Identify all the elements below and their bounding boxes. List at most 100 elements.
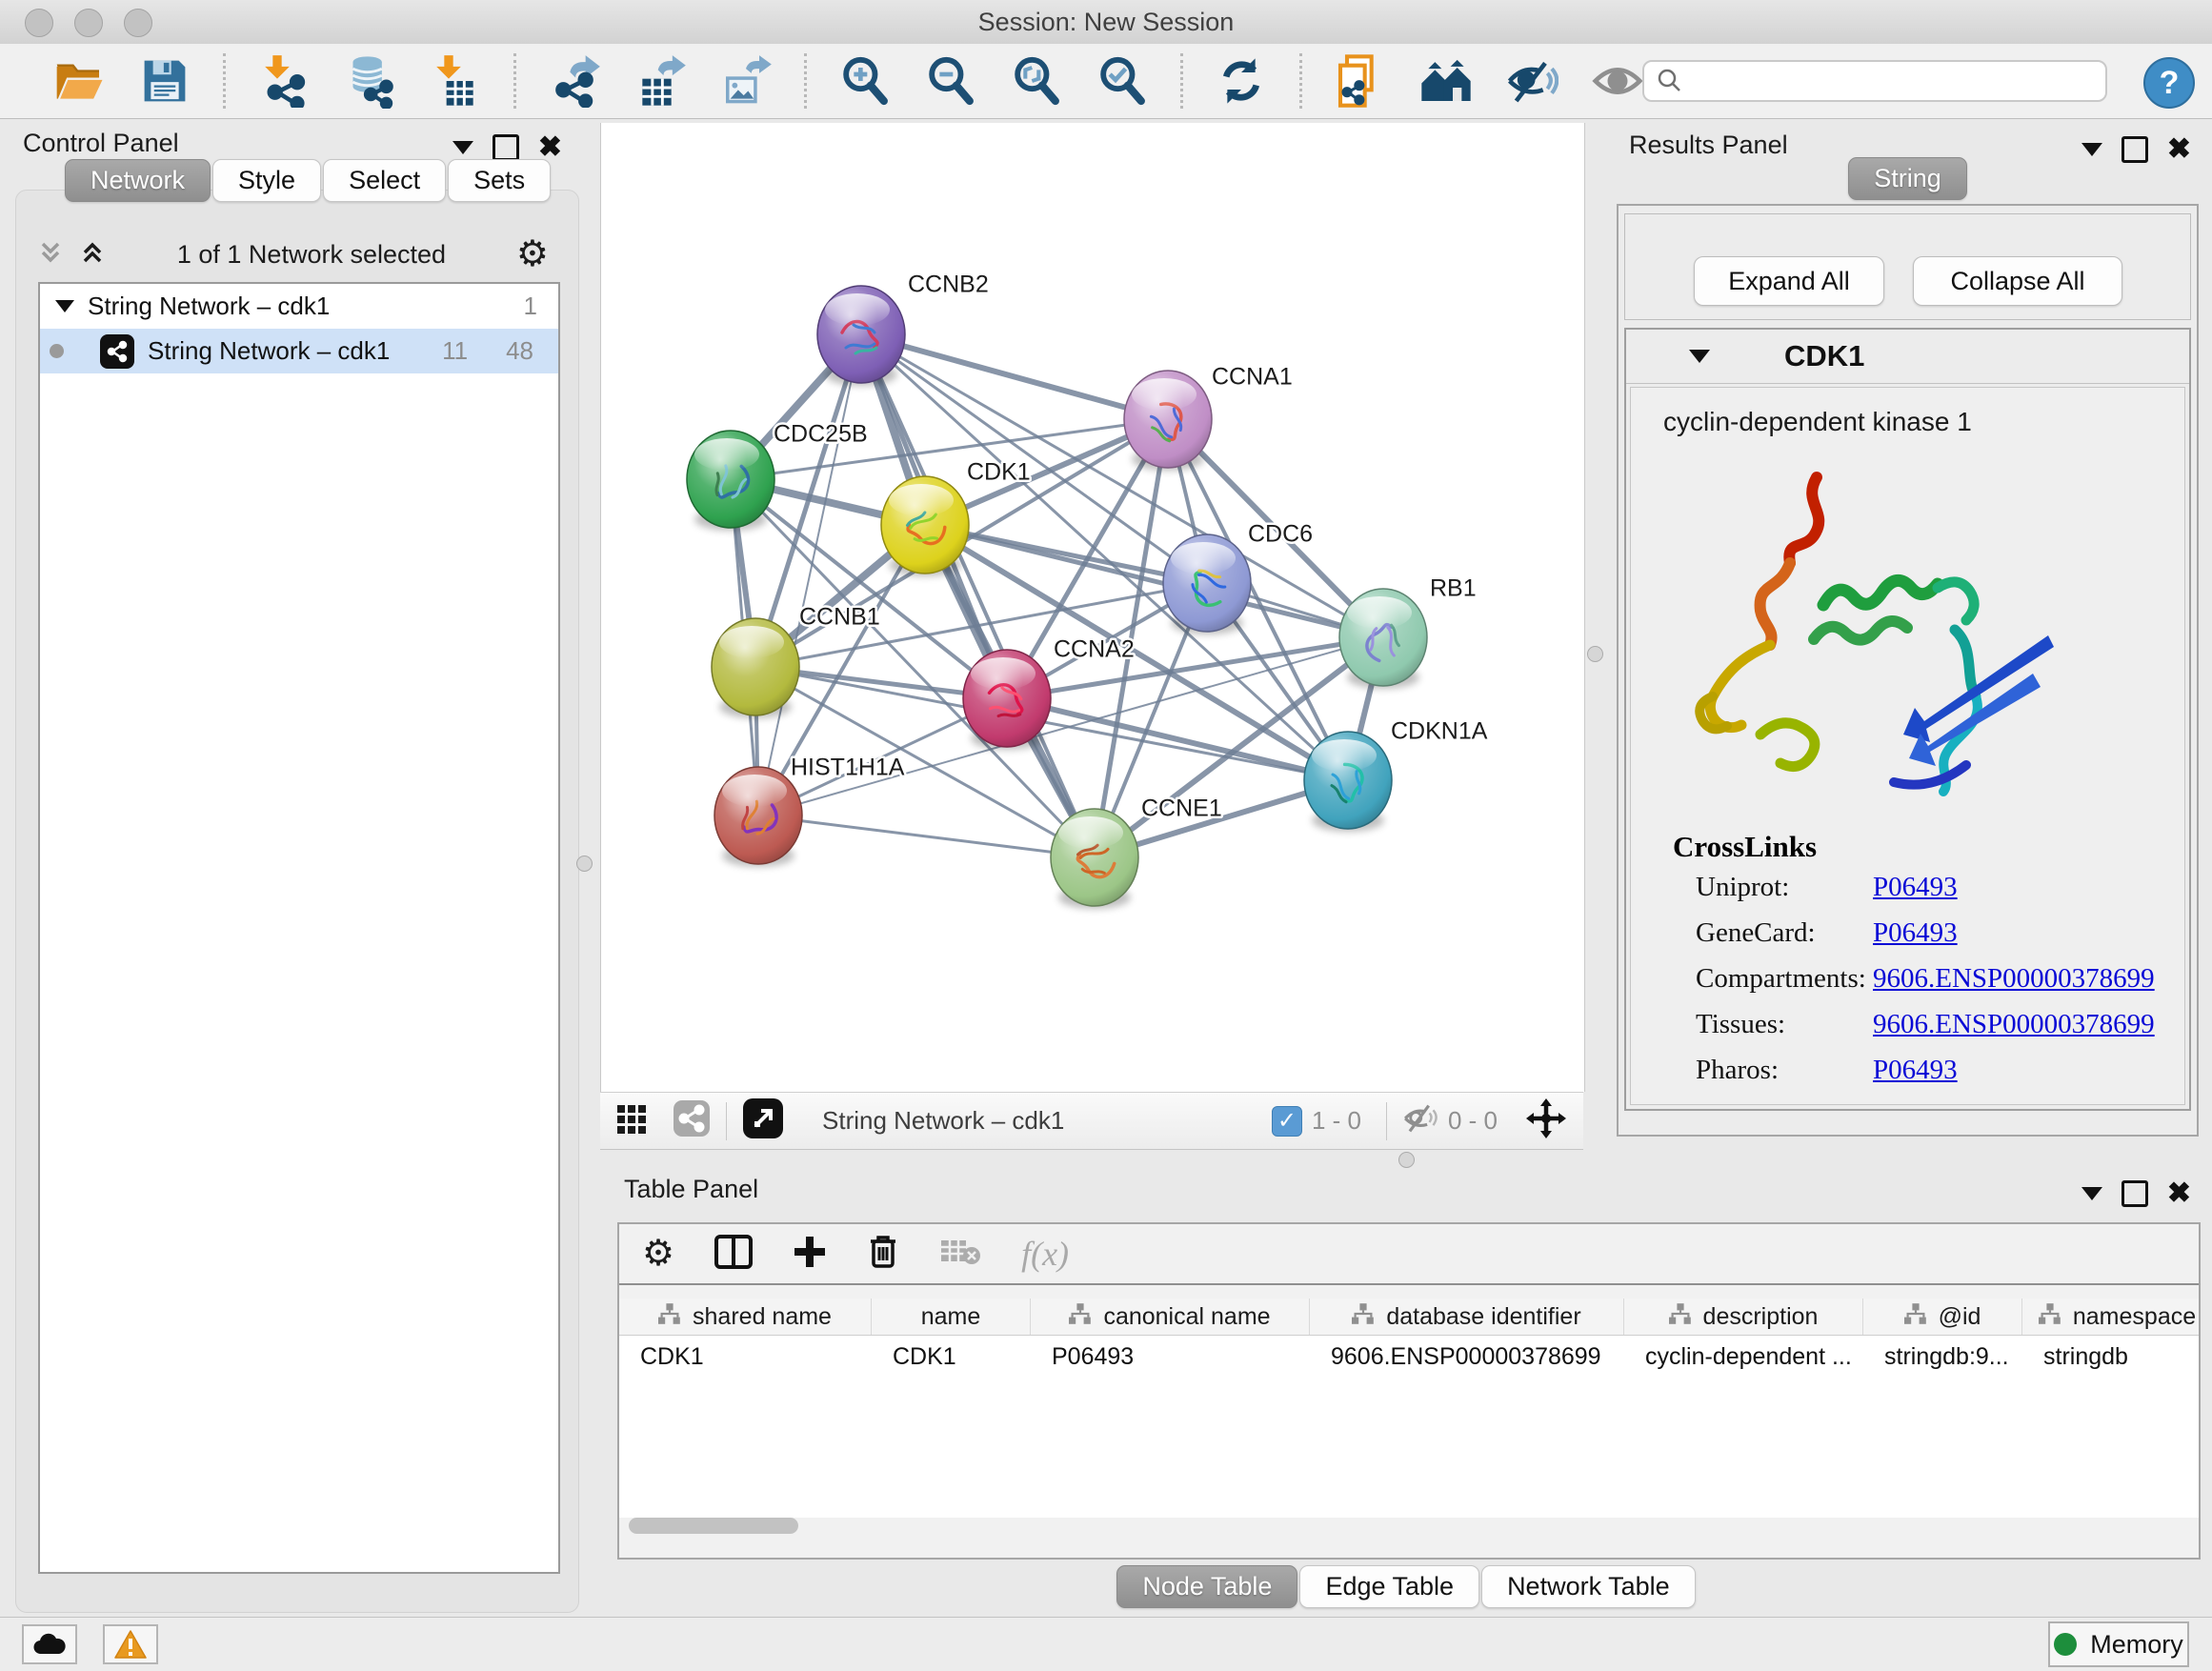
tab-select[interactable]: Select xyxy=(323,159,446,202)
delete-column-icon[interactable] xyxy=(867,1234,899,1275)
network-node-RB1[interactable] xyxy=(1339,589,1427,689)
add-column-icon[interactable] xyxy=(793,1235,827,1274)
tab-sets[interactable]: Sets xyxy=(448,159,551,202)
zoom-selected-icon[interactable] xyxy=(1096,54,1149,108)
toolbar-separator xyxy=(513,53,516,109)
left-splitter-handle[interactable] xyxy=(576,856,593,872)
refresh-layout-icon[interactable] xyxy=(1215,54,1268,108)
duplicate-network-icon[interactable] xyxy=(1334,54,1387,108)
table-cell[interactable]: cyclin-dependent ... xyxy=(1624,1336,1863,1378)
detach-view-button[interactable] xyxy=(742,1097,784,1144)
float-panel-icon[interactable] xyxy=(2122,1180,2148,1207)
memory-button[interactable]: Memory xyxy=(2048,1621,2189,1667)
tab-network-table[interactable]: Network Table xyxy=(1481,1565,1696,1608)
table-cell[interactable]: stringdb:9... xyxy=(1863,1336,2022,1378)
zoom-fit-icon[interactable] xyxy=(1010,54,1063,108)
tree-expander-icon[interactable] xyxy=(55,300,74,312)
network-share-view-icon[interactable] xyxy=(673,1099,711,1142)
crosslink-link[interactable]: P06493 xyxy=(1873,872,1958,917)
column-header-shared-name[interactable]: shared name xyxy=(619,1299,872,1335)
crosslink-link[interactable]: 9606.ENSP00000378699 xyxy=(1873,1009,2155,1055)
network-list-toolbar: 1 of 1 Network selected ⚙ xyxy=(19,230,573,279)
hidden-counts: 0 - 0 xyxy=(1448,1106,1498,1136)
string-home-icon[interactable] xyxy=(1419,54,1473,108)
network-edge-CDK1-RB1[interactable] xyxy=(925,525,1383,637)
network-node-CCNA2[interactable] xyxy=(963,650,1051,750)
open-session-icon[interactable] xyxy=(52,54,106,108)
hide-selected-icon[interactable] xyxy=(1505,54,1558,108)
collapse-panel-icon[interactable] xyxy=(452,141,473,154)
network-node-CDK1[interactable] xyxy=(881,476,969,576)
selected-checkbox-icon[interactable]: ✓ xyxy=(1272,1106,1302,1137)
bottom-splitter-handle[interactable] xyxy=(1398,1152,1415,1168)
table-cell[interactable]: 9606.ENSP00000378699 xyxy=(1310,1336,1624,1378)
crosslink-link[interactable]: P06493 xyxy=(1873,1055,1958,1100)
table-cell[interactable]: P06493 xyxy=(1031,1336,1310,1378)
close-panel-icon[interactable]: ✖ xyxy=(538,137,562,158)
show-all-icon[interactable] xyxy=(1591,54,1644,108)
network-view-title: String Network – cdk1 xyxy=(822,1106,1272,1136)
network-node-CCNB1[interactable] xyxy=(712,618,799,718)
column-header-namespace[interactable]: namespace xyxy=(2022,1299,2201,1335)
collapse-panel-icon[interactable] xyxy=(2081,143,2102,156)
expand-all-tree-icon[interactable] xyxy=(36,238,65,272)
column-header-database-identifier[interactable]: database identifier xyxy=(1310,1299,1624,1335)
float-panel-icon[interactable] xyxy=(493,134,519,161)
network-node-CDC6[interactable] xyxy=(1163,534,1251,634)
gene-expander-icon[interactable] xyxy=(1689,350,1710,363)
tab-style[interactable]: Style xyxy=(212,159,321,202)
birdseye-navigator-icon[interactable] xyxy=(1524,1097,1568,1145)
network-edge-HIST1H1A-CCNE1[interactable] xyxy=(758,815,1095,857)
show-columns-icon[interactable] xyxy=(714,1235,753,1274)
network-node-CCNA1[interactable] xyxy=(1124,371,1212,471)
network-node-CCNB2[interactable] xyxy=(817,286,905,386)
crosslink-link[interactable]: 9606.ENSP00000378699 xyxy=(1873,963,2155,1009)
close-panel-icon[interactable]: ✖ xyxy=(2167,1183,2191,1204)
network-node-CCNE1[interactable] xyxy=(1051,809,1138,909)
collapse-all-button[interactable]: Collapse All xyxy=(1913,256,2122,306)
tab-string[interactable]: String xyxy=(1848,157,1967,200)
column-label: description xyxy=(1703,1303,1819,1331)
import-table-from-file-icon[interactable] xyxy=(429,54,482,108)
right-splitter-handle[interactable] xyxy=(1587,646,1603,662)
warning-status-button[interactable] xyxy=(103,1624,158,1664)
network-row[interactable]: String Network – cdk1 11 48 xyxy=(40,329,558,373)
network-node-CDC25B[interactable] xyxy=(687,431,774,531)
crosslink-link[interactable]: P06493 xyxy=(1873,917,1958,963)
collapse-panel-icon[interactable] xyxy=(2081,1187,2102,1200)
horizontal-scrollbar-thumb[interactable] xyxy=(629,1518,798,1534)
export-image-icon[interactable] xyxy=(719,54,773,108)
network-canvas[interactable]: CCNB2CCNA1CDC25BCDK1CDC6RB1CCNB1CCNA2CDK… xyxy=(600,123,1585,1092)
tab-edge-table[interactable]: Edge Table xyxy=(1299,1565,1479,1608)
network-edge-CCNB2-HIST1H1A[interactable] xyxy=(758,334,861,815)
tab-node-table[interactable]: Node Table xyxy=(1116,1565,1297,1608)
save-session-icon[interactable] xyxy=(138,54,191,108)
network-node-HIST1H1A[interactable] xyxy=(714,767,802,867)
table-options-gear-icon[interactable]: ⚙ xyxy=(642,1236,674,1272)
export-table-icon[interactable] xyxy=(633,54,687,108)
network-collection-row[interactable]: String Network – cdk1 1 xyxy=(40,284,558,329)
network-node-CDKN1A[interactable] xyxy=(1304,732,1392,832)
table-cell[interactable]: stringdb xyxy=(2022,1336,2201,1378)
collapse-all-tree-icon[interactable] xyxy=(78,238,107,272)
column-header-@id[interactable]: @id xyxy=(1863,1299,2022,1335)
table-cell[interactable]: CDK1 xyxy=(872,1336,1031,1378)
column-header-description[interactable]: description xyxy=(1624,1299,1863,1335)
import-network-from-database-icon[interactable] xyxy=(343,54,396,108)
zoom-in-icon[interactable] xyxy=(838,54,892,108)
gene-card-header[interactable]: CDK1 xyxy=(1626,330,2189,384)
search-input[interactable] xyxy=(1694,66,2105,97)
expand-all-button[interactable]: Expand All xyxy=(1694,256,1884,306)
table-cell[interactable]: CDK1 xyxy=(619,1336,872,1378)
export-network-icon[interactable] xyxy=(548,54,601,108)
help-button[interactable]: ? xyxy=(2143,57,2195,109)
network-options-gear-icon[interactable]: ⚙ xyxy=(516,236,549,272)
import-network-from-file-icon[interactable] xyxy=(257,54,311,108)
grid-view-icon[interactable] xyxy=(615,1101,650,1140)
zoom-out-icon[interactable] xyxy=(924,54,977,108)
table-row[interactable]: CDK1CDK1P064939606.ENSP00000378699cyclin… xyxy=(619,1336,2199,1378)
column-header-name[interactable]: name xyxy=(872,1299,1031,1335)
cloud-status-button[interactable] xyxy=(22,1624,77,1664)
column-header-canonical-name[interactable]: canonical name xyxy=(1031,1299,1310,1335)
tab-network[interactable]: Network xyxy=(65,159,211,202)
